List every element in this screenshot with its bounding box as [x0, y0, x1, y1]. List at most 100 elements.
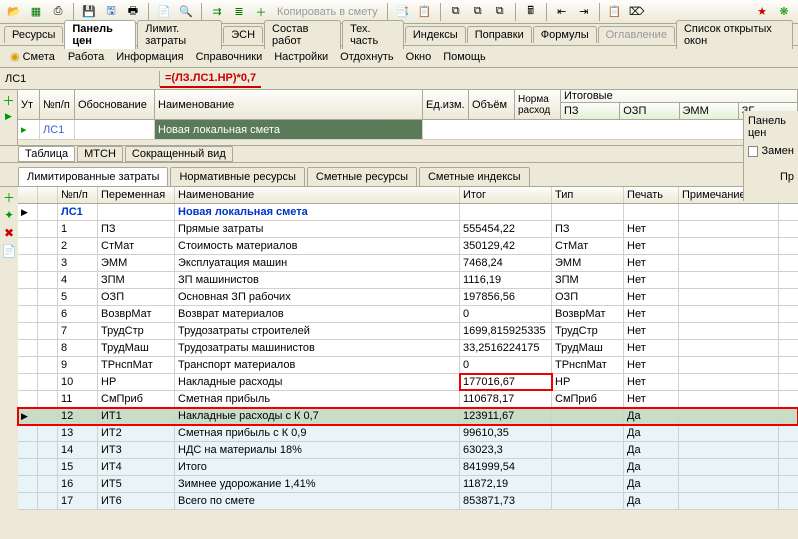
mini-tabs: ТаблицаМТСНСокращенный вид — [0, 146, 798, 163]
gh-tip[interactable]: Тип — [552, 187, 624, 203]
top-grid-row[interactable]: ▸ ЛС1 Новая локальная смета — [18, 120, 798, 140]
tab-Формулы[interactable]: Формулы — [533, 26, 597, 43]
calc-icon[interactable]: 🖩 — [521, 2, 541, 22]
left-gutter: ＋ ▶ — [0, 90, 18, 145]
right-icon[interactable]: ⇥ — [574, 2, 594, 22]
r1-icon[interactable]: ⧉ — [446, 2, 466, 22]
table-row[interactable]: 15ИТ4Итого841999,54Да — [18, 459, 798, 476]
grid-title-row[interactable]: ▶ ЛС1 Новая локальная смета — [18, 204, 798, 221]
table-row[interactable]: 14ИТ3НДС на материалы 18%63023,3Да — [18, 442, 798, 459]
table-row[interactable]: 11СмПрибСметная прибыль110678,17СмПрибНе… — [18, 391, 798, 408]
col-norma[interactable]: Норма расход — [515, 90, 561, 119]
smeta-menu[interactable]: ◉ Смета — [5, 49, 60, 64]
pr-button[interactable]: Пр — [748, 171, 794, 183]
dtab-3[interactable]: Сметные индексы — [419, 167, 530, 186]
menu-Информация[interactable]: Информация — [110, 49, 189, 65]
table-row[interactable]: 6ВозврМатВозврат материалов0ВозврМатНет — [18, 306, 798, 323]
tab-Состав работ[interactable]: Состав работ — [264, 20, 341, 49]
col-ed[interactable]: Ед.изм. — [423, 90, 469, 119]
stack-icon[interactable]: ≣ — [229, 2, 249, 22]
col-obj[interactable]: Объём — [469, 90, 515, 119]
menu-Отдохнуть[interactable]: Отдохнуть — [334, 49, 400, 65]
disk-icon[interactable]: 💾 — [79, 2, 99, 22]
tab-Оглавление[interactable]: Оглавление — [598, 26, 675, 43]
menu-Настройки[interactable]: Настройки — [268, 49, 334, 65]
table-row[interactable]: 5ОЗПОсновная ЗП рабочих197856,56ОЗПНет — [18, 289, 798, 306]
r2-icon[interactable]: ⧉ — [468, 2, 488, 22]
table-row[interactable]: 9ТРнспМатТранспорт материалов0ТРнспМатНе… — [18, 357, 798, 374]
search-icon[interactable]: 🔍 — [176, 2, 196, 22]
col-name[interactable]: Наименование — [155, 90, 423, 119]
gh-pech[interactable]: Печать — [624, 187, 679, 203]
row-ptr-icon: ▶ — [5, 111, 12, 122]
table-row[interactable]: 7ТрудСтрТрудозатраты строителей1699,8159… — [18, 323, 798, 340]
mini-tab-МТСН[interactable]: МТСН — [77, 146, 123, 162]
flag-green-icon[interactable]: ❋ — [774, 2, 794, 22]
col-obosn[interactable]: Обоснование — [75, 90, 155, 119]
grid-doc-icon[interactable]: 📄 — [2, 244, 16, 258]
tab-Ресурсы[interactable]: Ресурсы — [4, 26, 63, 43]
flag-red-icon[interactable]: ★ — [752, 2, 772, 22]
tab-ЭСН[interactable]: ЭСН — [223, 26, 263, 43]
gh-npp[interactable]: №п/п — [58, 187, 98, 203]
gh-name[interactable]: Наименование — [175, 187, 460, 203]
grid-del-icon[interactable]: ✖ — [2, 226, 16, 240]
gh-var[interactable]: Переменная — [98, 187, 175, 203]
dtab-2[interactable]: Сметные ресурсы — [307, 167, 417, 186]
itog-col-ОЗП[interactable]: ОЗП — [620, 103, 679, 119]
menu-Справочники[interactable]: Справочники — [190, 49, 269, 65]
open-icon[interactable]: 📂 — [4, 2, 24, 22]
del-icon[interactable]: ⌦ — [627, 2, 647, 22]
dtab-0[interactable]: Лимитированные затраты — [18, 167, 168, 186]
menu-Окно[interactable]: Окно — [400, 49, 438, 65]
doc-icon[interactable]: 📄 — [154, 2, 174, 22]
table-row[interactable]: ▶12ИТ1Накладные расходы с К 0,7123911,67… — [18, 408, 798, 425]
table-row[interactable]: 16ИТ5Зимнее удорожание 1,41%11872,19Да — [18, 476, 798, 493]
name-box[interactable]: ЛС1 — [0, 71, 160, 87]
add-icon[interactable]: ＋ — [251, 2, 271, 22]
table-row[interactable]: 3ЭММЭксплуатация машин7468,24ЭММНет — [18, 255, 798, 272]
grid-add2-icon[interactable]: ✦ — [2, 208, 16, 222]
disk2-icon[interactable]: 🖫 — [101, 2, 121, 22]
zamena-check[interactable]: Замен — [748, 145, 794, 157]
menu-Работа[interactable]: Работа — [62, 49, 110, 65]
table-row[interactable]: 2СтМатСтоимость материалов350129,42СтМат… — [18, 238, 798, 255]
itog-col-ЭММ[interactable]: ЭММ — [680, 103, 739, 119]
grid-add-icon[interactable]: ＋ — [2, 190, 16, 204]
table-row[interactable]: 13ИТ2Сметная прибыль с К 0,999610,35Да — [18, 425, 798, 442]
print-icon[interactable]: 🖶 — [123, 2, 143, 22]
paste-icon[interactable]: 📋 — [605, 2, 625, 22]
menu-bar: ◉ Смета РаботаИнформацияСправочникиНастр… — [0, 46, 798, 68]
gh-itog[interactable]: Итог — [460, 187, 552, 203]
save-icon[interactable]: ⎙ — [48, 2, 68, 22]
price-panel: Панель цен Замен Пр — [743, 111, 798, 201]
tab-Лимит. затраты[interactable]: Лимит. затраты — [137, 20, 222, 49]
col-npp[interactable]: №п/п — [40, 90, 75, 119]
tab-Индексы[interactable]: Индексы — [405, 26, 466, 43]
tab-Список открытых окон[interactable]: Список открытых окон — [676, 20, 793, 49]
table-row[interactable]: 10НРНакладные расходы177016,67НРНет — [18, 374, 798, 391]
smeta-icon: ◉ — [10, 50, 20, 63]
table-row[interactable]: 1ПЗПрямые затраты555454,22ПЗНет — [18, 221, 798, 238]
table-row[interactable]: 17ИТ6Всего по смете853871,73Да — [18, 493, 798, 510]
dtab-1[interactable]: Нормативные ресурсы — [170, 167, 304, 186]
left-icon[interactable]: ⇤ — [552, 2, 572, 22]
itog-col-ПЗ[interactable]: ПЗ — [561, 103, 620, 119]
doc-b-icon[interactable]: 📋 — [415, 2, 435, 22]
r3-icon[interactable]: ⧉ — [490, 2, 510, 22]
excel-icon[interactable]: ▦ — [26, 2, 46, 22]
grid-left-toolbar: ＋ ✦ ✖ 📄 — [0, 187, 18, 510]
tab-Панель цен[interactable]: Панель цен — [64, 20, 136, 49]
tab-Тех. часть[interactable]: Тех. часть — [342, 20, 404, 49]
menu-Помощь[interactable]: Помощь — [437, 49, 492, 65]
table-row[interactable]: 4ЗПМЗП машинистов1116,19ЗПМНет — [18, 272, 798, 289]
mini-tab-Таблица[interactable]: Таблица — [18, 146, 75, 162]
mini-tab-Сокращенный вид[interactable]: Сокращенный вид — [125, 146, 233, 162]
add-row-icon[interactable]: ＋ — [2, 92, 14, 109]
formula-value[interactable]: =(ЛЗ.ЛС1.НР)*0,7 — [160, 70, 261, 88]
doc-a-icon[interactable]: 📑 — [393, 2, 413, 22]
table-row[interactable]: 8ТрудМашТрудозатраты машинистов33,251622… — [18, 340, 798, 357]
col-ut[interactable]: Ут — [18, 90, 40, 119]
tab-Поправки[interactable]: Поправки — [467, 26, 532, 43]
tree-icon[interactable]: ⇉ — [207, 2, 227, 22]
